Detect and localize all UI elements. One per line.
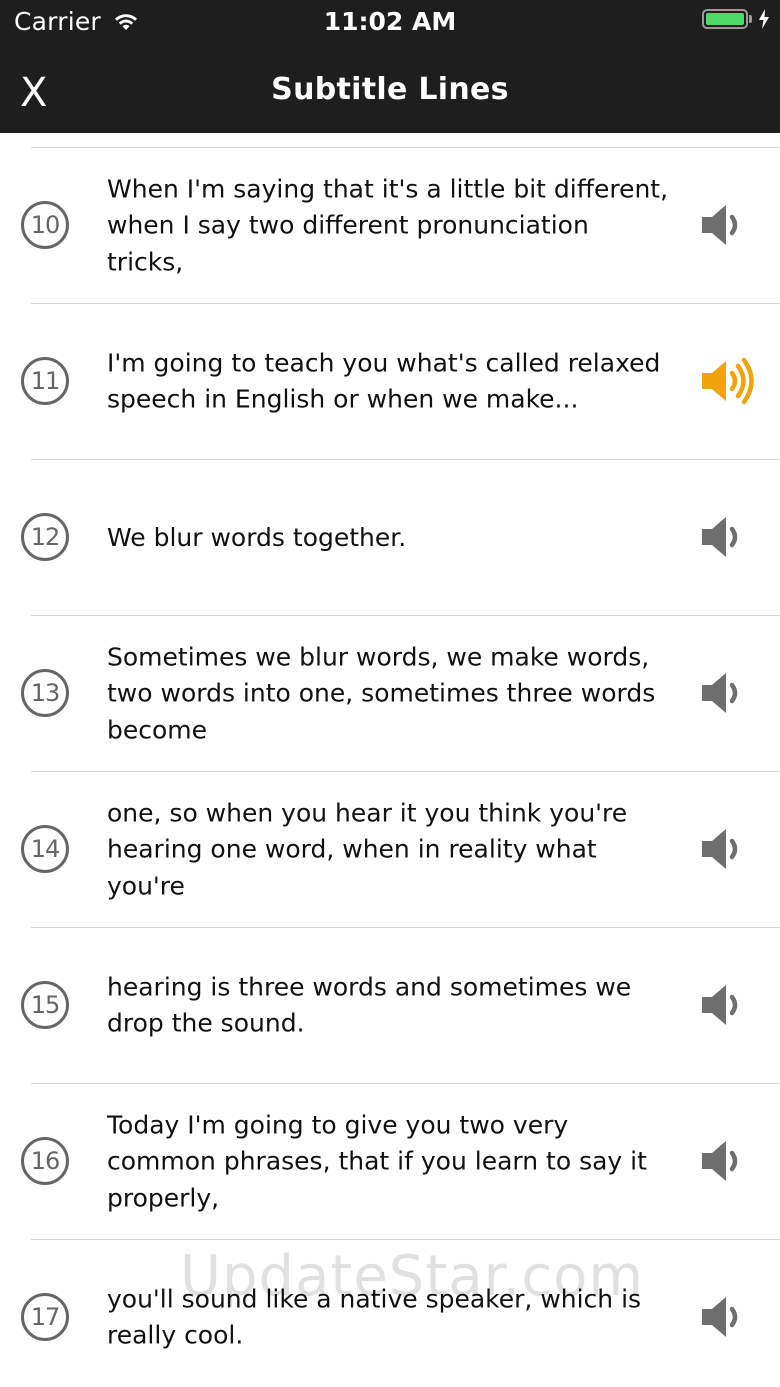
subtitle-row[interactable]: 16 Today I'm going to give you two very … xyxy=(0,1084,780,1239)
subtitle-row[interactable]: 14 one, so when you hear it you think yo… xyxy=(0,772,780,927)
subtitle-list[interactable]: 10 When I'm saying that it's a little bi… xyxy=(0,133,780,1387)
line-number-badge: 14 xyxy=(21,825,69,873)
clock: 11:02 AM xyxy=(323,7,457,36)
speaker-icon[interactable] xyxy=(696,1131,756,1191)
line-number-badge: 13 xyxy=(21,669,69,717)
subtitle-row[interactable]: 11 I'm going to teach you what's called … xyxy=(0,304,780,459)
battery-icon xyxy=(702,9,748,29)
line-number-badge: 11 xyxy=(21,357,69,405)
subtitle-row[interactable]: 15 hearing is three words and sometimes … xyxy=(0,928,780,1083)
speaker-icon[interactable] xyxy=(696,507,756,567)
subtitle-text: hearing is three words and sometimes we … xyxy=(107,972,632,1038)
speaker-icon[interactable] xyxy=(696,975,756,1035)
line-number-badge: 16 xyxy=(21,1137,69,1185)
speaker-icon[interactable] xyxy=(696,1287,756,1347)
subtitle-row[interactable]: 17 you'll sound like a native speaker, w… xyxy=(0,1240,780,1387)
speaker-icon[interactable] xyxy=(696,663,756,723)
battery-tip xyxy=(749,15,752,23)
subtitle-text: one, so when you hear it you think you'r… xyxy=(107,797,628,900)
subtitle-row[interactable]: 10 When I'm saying that it's a little bi… xyxy=(0,148,780,303)
line-number-badge: 12 xyxy=(21,513,69,561)
battery-level xyxy=(706,13,744,25)
subtitle-text: Today I'm going to give you two very com… xyxy=(107,1109,647,1212)
subtitle-row[interactable]: 12 We blur words together. xyxy=(0,460,780,615)
line-number-badge: 10 xyxy=(21,201,69,249)
subtitle-text: Sometimes we blur words, we make words, … xyxy=(107,641,656,744)
page-title: Subtitle Lines xyxy=(271,72,509,107)
speaker-playing-icon[interactable] xyxy=(696,351,756,411)
status-right xyxy=(702,9,770,29)
nav-bar: X Subtitle Lines xyxy=(0,44,780,133)
subtitle-text: you'll sound like a native speaker, whic… xyxy=(107,1284,642,1350)
subtitle-text: We blur words together. xyxy=(107,522,407,552)
status-bar: Carrier 11:02 AM xyxy=(0,0,780,44)
speaker-icon[interactable] xyxy=(696,819,756,879)
line-number-badge: 15 xyxy=(21,981,69,1029)
charging-bolt-icon xyxy=(759,9,769,29)
subtitle-row[interactable]: 13 Sometimes we blur words, we make word… xyxy=(0,616,780,771)
subtitle-text: I'm going to teach you what's called rel… xyxy=(107,348,661,414)
speaker-icon[interactable] xyxy=(696,195,756,255)
subtitle-text: When I'm saying that it's a little bit d… xyxy=(107,173,669,276)
line-number-badge: 17 xyxy=(21,1293,69,1341)
